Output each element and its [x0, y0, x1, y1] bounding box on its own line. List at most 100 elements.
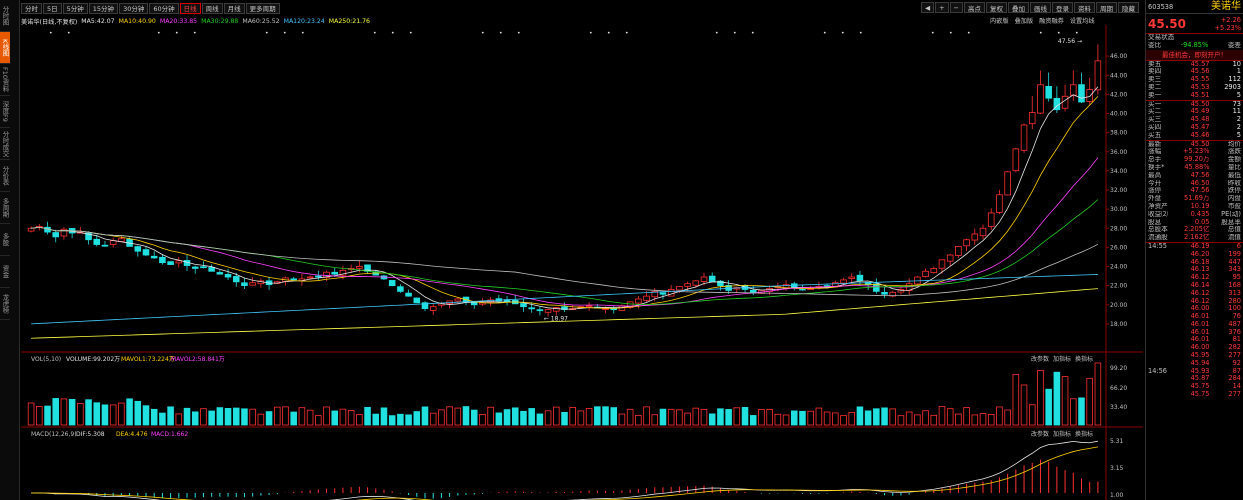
row-volume: 2903	[1224, 83, 1241, 91]
volume-bar	[397, 413, 404, 426]
volume-bar	[676, 409, 683, 426]
row-label: 买二	[1148, 108, 1162, 116]
tool-button[interactable]: 周期	[1096, 2, 1117, 13]
tool-button[interactable]: 高点	[964, 2, 985, 13]
event-marker: •	[841, 30, 845, 37]
period-tab[interactable]: 5日	[43, 2, 62, 14]
chart-subtool[interactable]: 融资融券	[1039, 16, 1064, 25]
event-marker: •	[175, 30, 179, 37]
tool-button[interactable]: 叠加	[1008, 2, 1029, 13]
volume-bar	[1086, 377, 1093, 426]
tool-button[interactable]: 隐藏	[1118, 2, 1139, 13]
volume-bar	[520, 410, 527, 426]
row-price: 45.75	[1190, 391, 1210, 399]
volume-bar	[339, 408, 347, 426]
prev-icon[interactable]: ◀	[921, 2, 935, 13]
price-tick: 42.00	[1110, 91, 1127, 98]
volume-bar	[708, 413, 716, 426]
candle	[856, 274, 864, 282]
volume-bar	[749, 415, 757, 426]
event-marker: •	[517, 30, 521, 37]
left-tab-4[interactable]: 分时成交	[0, 128, 10, 160]
row-volume: 2	[1236, 123, 1241, 131]
zoom-in-icon[interactable]: +	[935, 2, 949, 13]
row-price: 46.13	[1190, 266, 1210, 274]
candle	[388, 280, 396, 287]
volume-bar	[766, 409, 773, 426]
tool-button[interactable]: 画线	[1030, 2, 1051, 13]
event-marker: •	[931, 30, 935, 37]
candle	[700, 276, 708, 282]
candle	[109, 240, 117, 245]
left-tab-5[interactable]: 分价表	[0, 160, 10, 192]
period-tab[interactable]: 更多周期	[245, 2, 280, 14]
candle	[1028, 112, 1036, 125]
tick-list[interactable]: 14:55 46.19 6 46.20 199 46.18 447 46.13 343 46.12…	[1146, 241, 1243, 399]
chart-subtool[interactable]: 设置均线	[1070, 16, 1095, 25]
candle	[208, 267, 215, 272]
tool-button[interactable]: 复权	[986, 2, 1007, 13]
volume-bar	[725, 409, 732, 426]
macd-button: 换指标	[1075, 430, 1093, 438]
candle	[331, 271, 339, 275]
candle	[643, 295, 650, 301]
period-tab[interactable]: 5分钟	[62, 2, 88, 14]
event-marker: •	[49, 30, 53, 37]
candle	[528, 307, 535, 310]
candle	[159, 256, 166, 264]
macd-tick: 1.00	[1110, 492, 1124, 499]
chart-subtool[interactable]: 叠加版	[1015, 16, 1034, 25]
candle	[708, 275, 716, 283]
volume-bar	[963, 407, 970, 426]
candle	[971, 233, 979, 241]
left-tab-1[interactable]: K线图	[0, 32, 10, 64]
quote-row: 14:55 46.19 6	[1146, 243, 1243, 251]
left-tab-6[interactable]: 多周期	[0, 192, 10, 224]
candle	[955, 246, 962, 256]
volume-bar	[881, 407, 888, 426]
period-tab[interactable]: 15分钟	[88, 2, 119, 14]
row-label: 卖一	[1148, 91, 1162, 99]
zoom-out-icon[interactable]: −	[949, 2, 963, 13]
left-tab-9[interactable]: 龙虎榜	[0, 288, 10, 320]
volume-bar	[856, 406, 864, 426]
left-tab-bar: 分时图 K线图 F10资料 深度F9 分时成交 分价表 多周期 多股 资金 龙虎榜	[0, 0, 20, 500]
left-tab-8[interactable]: 资金	[0, 256, 10, 288]
row-label: 收益⑵	[1148, 210, 1168, 218]
quote-row: 46.12 95	[1146, 274, 1243, 282]
left-tab-7[interactable]: 多股	[0, 224, 10, 256]
volume-bar	[996, 406, 1003, 426]
row-volume: 股息率	[1221, 218, 1241, 226]
candle	[1012, 148, 1020, 172]
period-tab[interactable]: 30分钟	[119, 2, 149, 14]
price-tick: 24.00	[1110, 264, 1127, 271]
candle	[232, 276, 240, 283]
row-label	[1148, 274, 1176, 282]
left-tab-0[interactable]: 分时图	[0, 0, 10, 32]
period-tab[interactable]: 日线	[179, 2, 201, 14]
left-tab-2[interactable]: F10资料	[0, 64, 10, 96]
row-label: 买四	[1148, 123, 1162, 131]
period-tab[interactable]: 月线	[223, 2, 245, 14]
period-tab[interactable]: 分时	[21, 2, 42, 14]
volume-bar	[356, 414, 363, 426]
event-marker: •	[715, 30, 719, 37]
quote-row: 卖四 45.56 1	[1146, 68, 1243, 76]
row-label: 涨停	[1148, 187, 1162, 195]
row-volume: 447	[1228, 258, 1241, 266]
event-marker: •	[967, 30, 971, 37]
tool-button[interactable]: 登录	[1052, 2, 1073, 13]
open-account-banner[interactable]: 最佳机会，即刻开户！	[1146, 49, 1243, 60]
kline-chart[interactable]: • • • • • • • • • • • • • • • • • • • • • • • • • • • • • 46.00 44.00 4…	[21, 25, 1143, 500]
volume-bar	[610, 407, 618, 426]
price-tick: 20.00	[1110, 302, 1127, 309]
chart-subtool[interactable]: 内嵌版	[990, 16, 1009, 25]
tool-button[interactable]: 资料	[1074, 2, 1095, 13]
period-tab[interactable]: 周线	[201, 2, 223, 14]
event-marker: •	[823, 30, 827, 37]
period-tab[interactable]: 60分钟	[149, 2, 179, 14]
event-marker: •	[265, 30, 269, 37]
volume-bar	[27, 402, 35, 426]
quote-row: 46.01 76	[1146, 313, 1243, 321]
left-tab-3[interactable]: 深度F9	[0, 96, 10, 128]
